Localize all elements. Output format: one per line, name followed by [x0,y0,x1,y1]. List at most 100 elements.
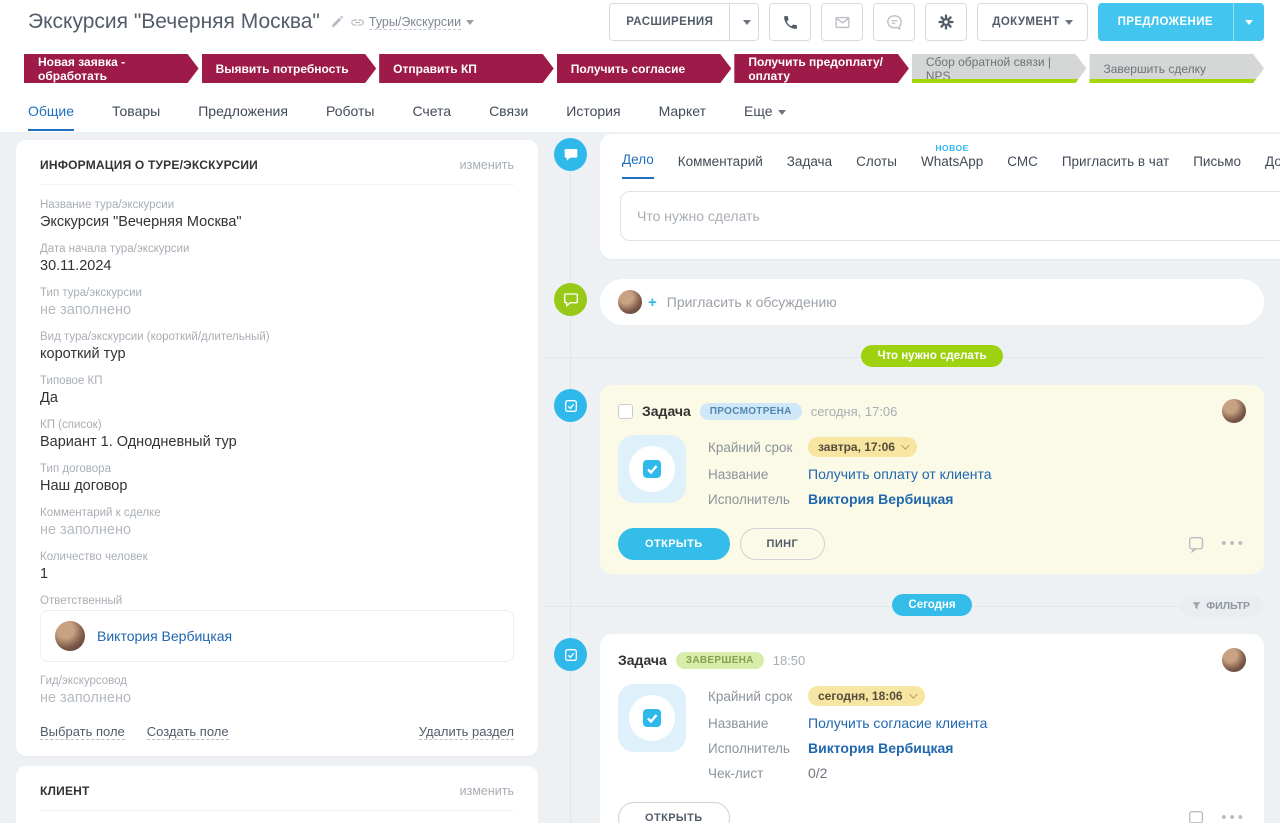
field-label: Ответственный [40,595,123,607]
delete-section-link[interactable]: Удалить раздел [418,724,514,740]
task-time: 18:50 [772,652,806,668]
avatar [618,290,642,314]
section-title: ИНФОРМАЦИЯ О ТУРЕ/ЭКСКУРСИИ [40,158,259,172]
proposal-button[interactable]: ПРЕДЛОЖЕНИЕ [1097,3,1264,41]
more-actions-icon[interactable]: ••• [1221,536,1246,551]
tab-market[interactable]: Маркет [659,103,706,131]
timeline: Дело Комментарий Задача Слоты НОВОЕ Whats… [544,134,1280,823]
edit-section-link[interactable]: изменить [460,784,514,798]
open-task-button[interactable]: ОТКРЫТЬ [618,528,730,560]
tab-history[interactable]: История [566,103,620,131]
timeline-tab-sms[interactable]: СМС [1007,154,1038,179]
ping-button[interactable]: ПИНГ [739,528,826,560]
status-badge: ЗАВЕРШЕНА [675,651,764,669]
extensions-button[interactable]: РАСШИРЕНИЯ [609,3,760,41]
task-type-label: Задача [642,403,691,419]
extensions-button-label[interactable]: РАСШИРЕНИЯ [609,3,730,41]
field-value[interactable]: Наш договор [40,478,514,494]
field-value[interactable]: короткий тур [40,346,514,362]
responsible-user-link[interactable]: Виктория Вербицкая [97,628,232,644]
field-value[interactable]: Вариант 1. Однодневный тур [40,434,514,450]
planned-divider-pill[interactable]: Что нужно сделать [861,345,1003,367]
proposal-dropdown-button[interactable] [1234,3,1264,41]
today-divider-pill: Сегодня [892,594,972,616]
composer: действия [620,191,1280,241]
create-field-link[interactable]: Создать поле [146,724,229,740]
pipeline-stage[interactable]: Сбор обратной связи | NPS [912,54,1087,83]
chevron-down-icon [908,690,918,699]
tab-general[interactable]: Общие [28,103,75,131]
deadline-value[interactable]: завтра, 17:06 [808,437,917,457]
field-row: Гид/экскурсовод не заполнено [40,675,514,706]
pipeline-stage[interactable]: Завершить сделку [1089,54,1264,83]
call-button[interactable] [769,3,812,41]
tab-invoices[interactable]: Счета [412,103,451,131]
task-complete-checkbox[interactable] [618,403,633,419]
field-value[interactable]: Экскурсия "Вечерняя Москва" [40,214,514,230]
field-row: Дата начала тура/экскурсии 30.11.2024 [40,243,514,274]
field-value[interactable]: 1 [40,566,514,582]
deal-category-selector[interactable]: Туры/Экскурсии [368,15,462,30]
document-button[interactable]: ДОКУМЕНТ [977,3,1088,41]
timeline-tab-task[interactable]: Задача [787,154,832,179]
discussion-icon [554,283,587,316]
composer-input[interactable] [637,208,1280,224]
invite-to-discussion[interactable]: + Пригласить к обсуждению [600,279,1264,325]
assignee-link[interactable]: Виктория Вербицкая [808,491,953,507]
timeline-tab-whatsapp[interactable]: НОВОЕ WhatsApp [921,143,983,179]
pipeline-stage[interactable]: Выявить потребность [202,54,377,83]
pipeline-stage[interactable]: Новая заявка - обработать [24,54,199,83]
plus-icon: + [648,293,657,311]
select-field-link[interactable]: Выбрать поле [40,724,125,740]
field-value[interactable]: 30.11.2024 [40,258,514,274]
pipeline-stage[interactable]: Получить согласие [557,54,732,83]
chat-button[interactable] [873,3,916,41]
task-name-link[interactable]: Получить согласие клиента [808,715,987,731]
pipeline-stage[interactable]: Получить предоплату/оплату [734,54,909,83]
timeline-tab-email[interactable]: Письмо [1193,154,1241,179]
timeline-composer-card: Дело Комментарий Задача Слоты НОВОЕ Whats… [600,134,1280,259]
task-big-icon [618,435,686,503]
field-label: Тип договора [40,463,111,475]
field-value[interactable]: Да [40,390,514,406]
tab-products[interactable]: Товары [112,103,160,131]
task-type-label: Задача [618,652,667,668]
tab-quotes[interactable]: Предложения [198,103,288,131]
timeline-tab-comment[interactable]: Комментарий [678,154,763,179]
field-label: Дата начала тура/экскурсии [40,243,190,255]
assignee-link[interactable]: Виктория Вербицкая [808,740,953,756]
more-actions-icon[interactable]: ••• [1221,810,1246,823]
edit-title-icon[interactable] [330,15,344,29]
tab-links[interactable]: Связи [489,103,528,131]
task-icon [554,389,587,422]
field-value[interactable]: не заполнено [40,302,514,318]
timeline-tab-activity[interactable]: Дело [622,152,654,179]
note-icon[interactable] [1188,810,1205,823]
chevron-down-icon [466,19,475,25]
deal-info-column: ИНФОРМАЦИЯ О ТУРЕ/ЭКСКУРСИИ изменить Наз… [16,140,538,823]
field-row: Количество человек 1 [40,551,514,582]
timeline-tab-delivery[interactable]: Доставка [1265,154,1280,179]
link-icon[interactable] [350,15,365,30]
timeline-tab-slots[interactable]: Слоты [856,154,897,179]
tab-robots[interactable]: Роботы [326,103,374,131]
email-button[interactable] [821,3,864,41]
document-button-label: ДОКУМЕНТ [992,16,1060,28]
filter-button[interactable]: ФИЛЬТР [1180,595,1262,617]
settings-gear-button[interactable] [925,3,968,41]
field-value[interactable]: не заполнено [40,522,514,538]
status-badge: ПРОСМОТРЕНА [699,402,802,420]
open-task-button[interactable]: ОТКРЫТЬ [618,802,730,823]
task-name-link[interactable]: Получить оплату от клиента [808,466,992,482]
deadline-value[interactable]: сегодня, 18:06 [808,686,925,706]
tab-more[interactable]: Еще [744,103,786,131]
name-label: Название [708,466,769,482]
note-icon[interactable] [1188,536,1205,553]
field-value[interactable]: не заполнено [40,690,514,706]
proposal-button-label[interactable]: ПРЕДЛОЖЕНИЕ [1098,3,1234,41]
timeline-tab-invite-chat[interactable]: Пригласить в чат [1062,154,1169,179]
extensions-dropdown-button[interactable] [729,3,760,41]
avatar [1222,399,1246,423]
pipeline-stage[interactable]: Отправить КП [379,54,554,83]
edit-section-link[interactable]: изменить [460,158,514,172]
